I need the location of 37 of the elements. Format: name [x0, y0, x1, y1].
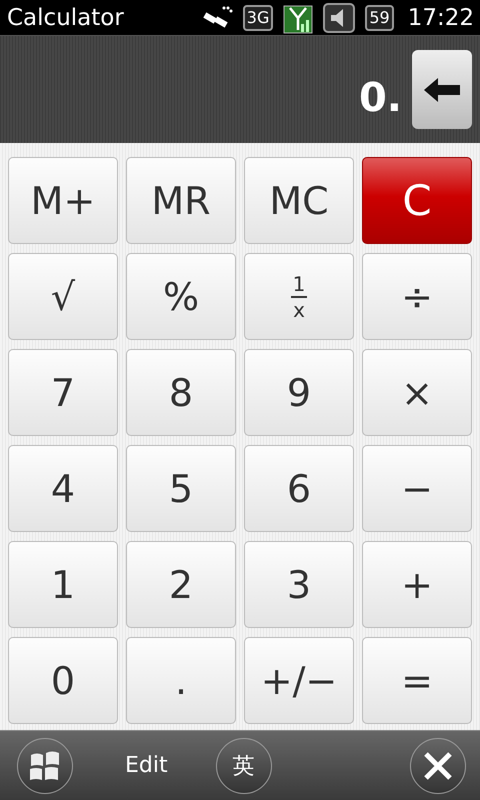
display-value: 0. [358, 74, 402, 120]
key[interactable]: M+ [8, 157, 118, 244]
edit-menu[interactable]: Edit [125, 753, 168, 778]
backspace-button[interactable] [412, 50, 472, 129]
satellite-icon [200, 4, 233, 30]
key[interactable]: − [362, 445, 472, 532]
key[interactable]: 6 [244, 445, 354, 532]
key[interactable]: % [126, 253, 236, 340]
left-arrow-icon [424, 76, 460, 102]
battery-indicator: 59 [365, 4, 394, 30]
key[interactable]: √ [8, 253, 118, 340]
key[interactable]: 4 [8, 445, 118, 532]
key[interactable]: 5 [126, 445, 236, 532]
key[interactable]: 7 [8, 349, 118, 436]
key[interactable]: + [362, 541, 472, 628]
key[interactable]: MC [244, 157, 354, 244]
key[interactable]: . [126, 637, 236, 724]
clear-key[interactable]: C [362, 157, 472, 244]
key[interactable]: 1 x [244, 253, 354, 340]
key[interactable]: 9 [244, 349, 354, 436]
clock: 17:22 [408, 4, 474, 30]
key[interactable]: 0 [8, 637, 118, 724]
key[interactable]: 8 [126, 349, 236, 436]
close-icon [422, 750, 454, 782]
key[interactable]: ÷ [362, 253, 472, 340]
network-indicator: 3G [242, 4, 274, 30]
speaker-icon [323, 2, 356, 32]
key[interactable]: 3 [244, 541, 354, 628]
key[interactable]: MR [126, 157, 236, 244]
key[interactable]: 2 [126, 541, 236, 628]
key[interactable]: × [362, 349, 472, 436]
key[interactable]: = [362, 637, 472, 724]
windows-logo-icon [28, 750, 62, 780]
key[interactable]: +/− [244, 637, 354, 724]
key[interactable]: 1 [8, 541, 118, 628]
app-title: Calculator [7, 4, 125, 30]
input-mode-button[interactable]: 英 [216, 738, 272, 794]
